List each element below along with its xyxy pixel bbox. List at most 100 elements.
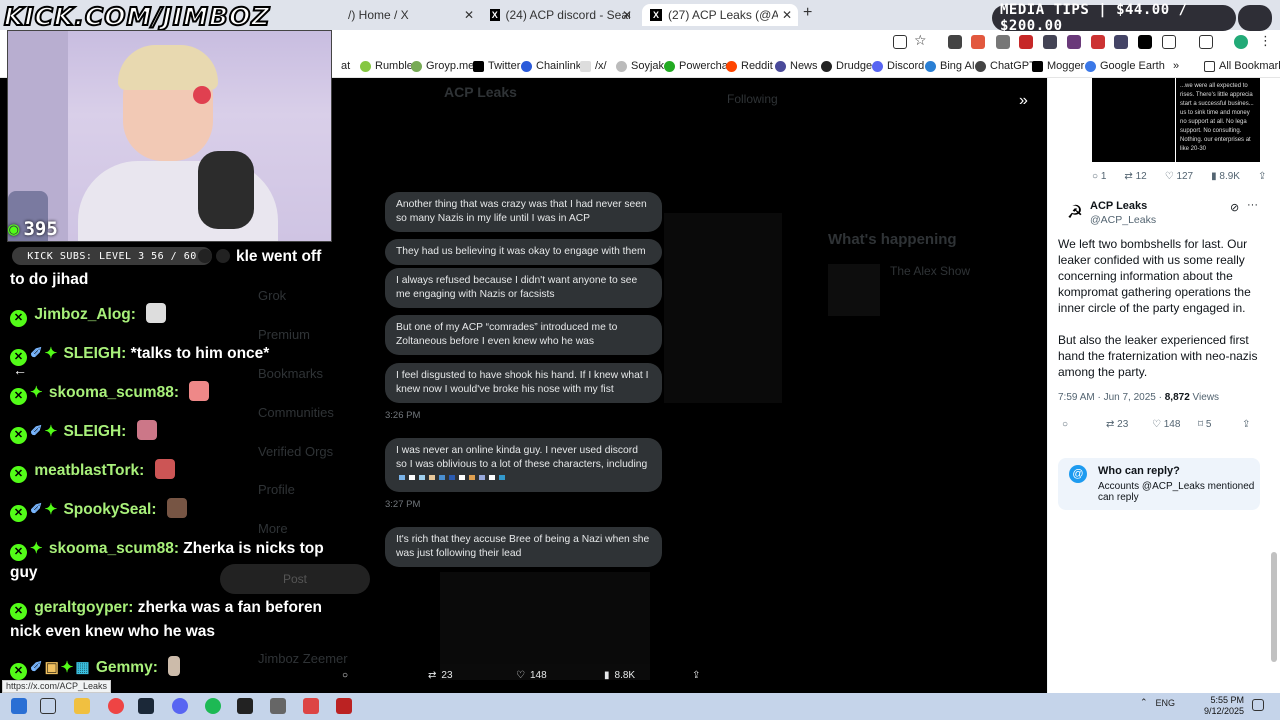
tab-acp-leaks[interactable]: X (27) ACP Leaks (@ACP_Leaks) / X ✕ (642, 4, 798, 26)
reply-button[interactable]: ○ (1062, 419, 1068, 430)
bing-icon (925, 60, 936, 72)
share-icon[interactable]: ⇪ (1258, 171, 1266, 182)
reply-settings-description: Accounts @ACP_Leaks mentioned can reply (1098, 481, 1255, 503)
bookmark-bing-ai[interactable]: Bing AI (925, 60, 975, 72)
metamask-icon[interactable] (971, 35, 985, 49)
chat-username[interactable]: skooma_scum88: (49, 540, 179, 557)
chat-username[interactable]: SpookySeal: (63, 501, 156, 518)
close-icon[interactable]: ✕ (464, 8, 474, 22)
app-icon[interactable] (270, 698, 286, 714)
emote-icon (168, 656, 181, 676)
author-handle[interactable]: @ACP_Leaks (1090, 214, 1156, 226)
extension-icon[interactable] (1067, 35, 1081, 49)
chat-username[interactable]: SLEIGH: (63, 345, 126, 362)
more-dots-icon[interactable]: ··· (1247, 199, 1258, 211)
close-icon[interactable]: ✕ (782, 8, 792, 22)
language-indicator[interactable]: ENG (1156, 698, 1176, 708)
back-arrow-icon[interactable]: ← (13, 362, 27, 378)
share-icon[interactable]: ⇪ (1242, 419, 1250, 430)
chat-username[interactable]: geraltgoyper: (34, 599, 133, 616)
scrollbar-thumb[interactable] (1271, 552, 1277, 662)
tab-acp-discord-search[interactable]: X (24) ACP discord - Search / X ✕ (482, 4, 638, 26)
extension-icon[interactable] (1114, 35, 1128, 49)
app-icon[interactable] (303, 698, 319, 714)
bookmark-x[interactable]: /x/ (580, 60, 607, 72)
retweet-button[interactable]: ⇄ 23 (1106, 419, 1128, 430)
media-tips-goal: MEDIA TIPS | $44.00 / $200.00 (992, 2, 1236, 34)
app-icon[interactable] (336, 698, 352, 714)
sidebar-icon[interactable] (1199, 35, 1213, 49)
extension-icon[interactable] (1091, 35, 1105, 49)
expand-icon[interactable]: » (1019, 92, 1028, 110)
bookmark-reddit[interactable]: Reddit (726, 60, 773, 72)
bookmark-rumble[interactable]: Rumble (360, 60, 413, 72)
clock[interactable]: 5:55 PM 9/12/2025 (1200, 695, 1244, 717)
extension-icon[interactable] (1043, 35, 1057, 49)
new-tab-button[interactable]: + (803, 4, 812, 22)
spotify-icon[interactable] (205, 698, 221, 714)
retweet-button[interactable]: ⇄ 12 (1124, 171, 1146, 182)
like-button[interactable]: ♡ 148 (516, 670, 547, 681)
prev-tweet-image[interactable]: ...we were all expected to rises. There'… (1176, 78, 1260, 162)
like-button[interactable]: ♡ 148 (1152, 419, 1180, 430)
menu-dots-icon[interactable]: ⋮ (1259, 33, 1273, 48)
bookmark-soyjak[interactable]: Soyjak (616, 60, 664, 72)
extension-icon[interactable] (948, 35, 962, 49)
chat-username[interactable]: meatblastTork: (34, 462, 144, 479)
share-button[interactable]: ⇪ (692, 670, 700, 681)
extension-icon[interactable] (1019, 35, 1033, 49)
chat-username[interactable]: SLEIGH: (63, 423, 126, 440)
views-button[interactable]: ▮ 8.9K (1211, 171, 1240, 182)
avatar[interactable] (1234, 35, 1248, 49)
task-view-icon[interactable] (40, 698, 56, 714)
windows-start-icon[interactable] (11, 698, 27, 714)
bookmark-button[interactable]: ⌑ 5 (1198, 419, 1211, 430)
like-button[interactable]: ♡ 127 (1165, 171, 1193, 182)
bookmark-drudge[interactable]: Drudge (821, 60, 872, 72)
retweet-button[interactable]: ⇄ 23 (428, 670, 453, 681)
bookmark-partial[interactable]: at (341, 60, 350, 72)
reply-button[interactable]: ○ (342, 670, 348, 681)
chat-username[interactable]: Gemmy: (96, 659, 158, 676)
prev-tweet-image[interactable] (1092, 78, 1175, 162)
tweet-text: We left two bombshells for last. Our lea… (1058, 237, 1258, 379)
emote-icon (189, 381, 210, 401)
founder-badge-icon: ▦ (75, 659, 90, 676)
close-icon[interactable]: ✕ (622, 8, 632, 22)
tab-home[interactable]: /) Home / X ✕ (340, 4, 480, 26)
share-icon[interactable] (893, 35, 907, 49)
all-bookmarks[interactable]: All Bookmarks (1204, 60, 1280, 72)
kick-badge-icon: ✕ (10, 603, 27, 620)
chrome-icon[interactable] (108, 698, 124, 714)
avatar[interactable]: ☭ (1064, 201, 1086, 223)
bookmark-mogger[interactable]: Mogger (1032, 60, 1084, 72)
views-button[interactable]: ▮ 8.8K (604, 670, 635, 681)
emote-icon (154, 459, 175, 479)
terminal-icon[interactable] (237, 698, 253, 714)
chevron-up-icon[interactable]: ⌃ (1140, 697, 1148, 708)
reply-button[interactable]: ○ 1 (1092, 171, 1106, 182)
bookmark-chainlink[interactable]: Chainlink (521, 60, 581, 72)
bookmark-discord[interactable]: Discord (872, 60, 924, 72)
author-name[interactable]: ACP Leaks (1090, 200, 1147, 212)
grok-icon[interactable]: ⊘ (1230, 201, 1239, 214)
gift-badge-icon: ▣ (44, 659, 59, 676)
file-explorer-icon[interactable] (74, 698, 90, 714)
bookmark-chatgpt[interactable]: ChatGPT (975, 60, 1036, 72)
notification-icon[interactable] (1252, 699, 1264, 711)
bookmark-google-earth[interactable]: Google Earth (1085, 60, 1165, 72)
chat-username[interactable]: skooma_scum88: (49, 384, 179, 401)
shield-icon[interactable] (996, 35, 1010, 49)
chevron-right-icon[interactable]: » (1173, 60, 1179, 72)
puzzle-icon[interactable] (1162, 35, 1176, 49)
chat-username[interactable]: Jimboz_Alog: (34, 306, 136, 323)
kick-badge-icon: ✕ (10, 544, 27, 561)
x-logo-icon[interactable] (1138, 35, 1152, 49)
star-icon[interactable]: ☆ (914, 32, 928, 48)
bookmark-groyp[interactable]: Groyp.me (411, 60, 474, 72)
bookmark-powerchat[interactable]: Powerchat (664, 60, 731, 72)
bookmark-news[interactable]: News (775, 60, 818, 72)
bookmark-twitter[interactable]: Twitter (473, 60, 520, 72)
discord-icon[interactable] (172, 698, 188, 714)
steam-icon[interactable] (138, 698, 154, 714)
